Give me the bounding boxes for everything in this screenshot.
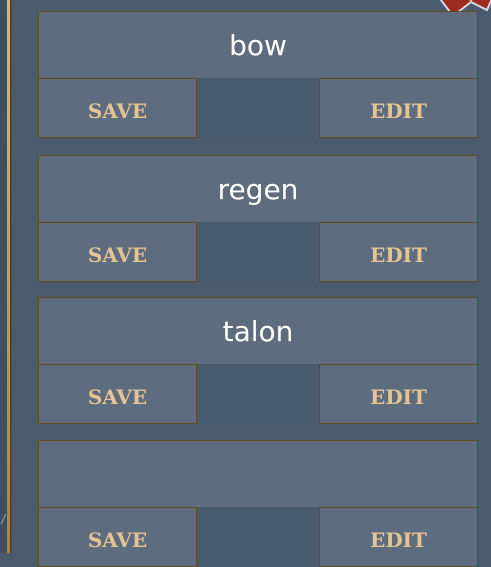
edit-button[interactable]: Edit <box>319 507 478 567</box>
slot-card-2: regen Save Edit <box>38 155 478 282</box>
slot-gap <box>197 78 319 138</box>
save-button[interactable]: Save <box>38 364 197 424</box>
slot-name: regen <box>38 155 478 223</box>
slot-name <box>38 440 478 508</box>
slot-card-4: Save Edit <box>38 440 478 567</box>
left-frame-mark: / <box>0 512 8 526</box>
slot-name: talon <box>38 297 478 365</box>
slot-gap <box>197 364 319 424</box>
save-button[interactable]: Save <box>38 78 197 138</box>
slot-gap <box>197 222 319 282</box>
save-button[interactable]: Save <box>38 222 197 282</box>
save-button[interactable]: Save <box>38 507 197 567</box>
slot-card-1: bow Save Edit <box>38 11 478 138</box>
slot-gap <box>197 507 319 567</box>
slot-name: bow <box>38 11 478 79</box>
left-frame <box>0 0 12 553</box>
edit-button[interactable]: Edit <box>319 364 478 424</box>
edit-button[interactable]: Edit <box>319 78 478 138</box>
edit-button[interactable]: Edit <box>319 222 478 282</box>
slot-card-3: talon Save Edit <box>38 297 478 424</box>
left-frame-rail <box>7 0 10 553</box>
